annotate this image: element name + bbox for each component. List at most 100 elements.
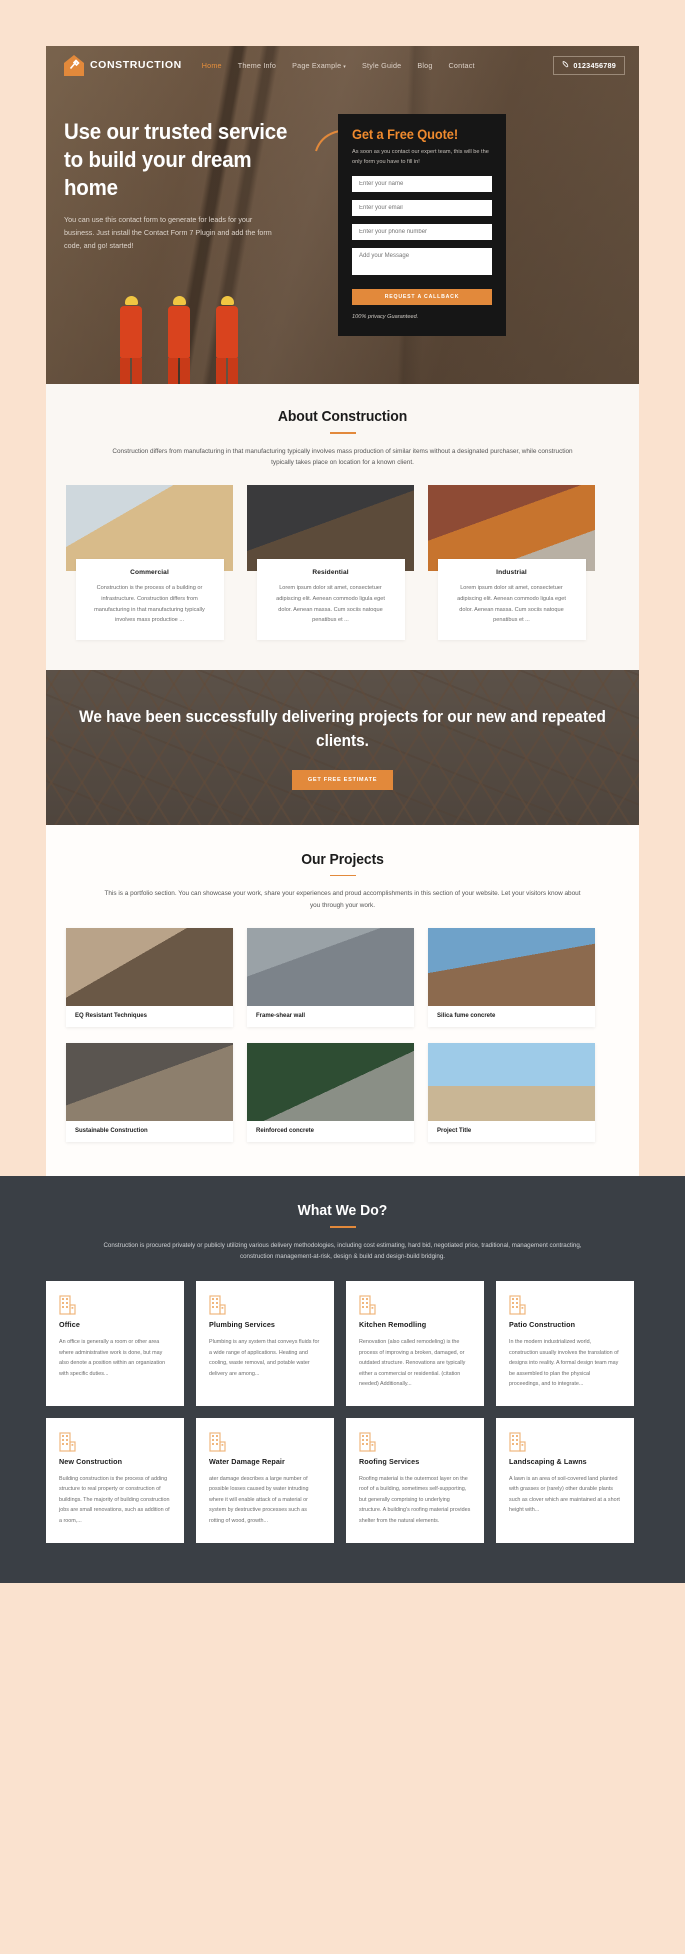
services-footer-spacer — [46, 1543, 639, 1583]
request-callback-button[interactable]: REQUEST A CALLBACK — [352, 288, 492, 305]
nav-item-blog[interactable]: Blog — [417, 61, 432, 70]
get-free-estimate-button[interactable]: GET FREE ESTIMATE — [291, 770, 394, 791]
project-title: Reinforced concrete — [256, 1128, 315, 1135]
hero-body: Use our trusted service to build your dr… — [46, 84, 639, 336]
cta-title: We have been successfully delivering pro… — [79, 707, 606, 751]
project-title: EQ Resistant Techniques — [75, 1013, 147, 1020]
service-text: In the modern industrialized world, cons… — [509, 1339, 619, 1388]
quote-email-input[interactable] — [352, 199, 492, 216]
service-card-office[interactable]: Office An office is generally a room or … — [46, 1281, 184, 1406]
building-icon — [359, 1295, 376, 1319]
quote-form-card: Get a Free Quote! As soon as you contact… — [338, 114, 506, 336]
about-card-title: Industrial — [496, 569, 527, 577]
quote-name-input[interactable] — [352, 175, 492, 192]
nav-item-contact[interactable]: Contact — [449, 61, 475, 70]
project-title: Silica fume concrete — [437, 1013, 496, 1020]
about-card-industrial[interactable]: Industrial Lorem ipsum dolor sit amet, c… — [428, 485, 595, 640]
cta-banner: We have been successfully delivering pro… — [46, 669, 639, 825]
phone-number: 0123456789 — [573, 60, 616, 70]
about-card-title: Commercial — [130, 569, 169, 577]
building-icon — [359, 1432, 376, 1456]
about-card-residential[interactable]: Residential Lorem ipsum dolor sit amet, … — [247, 485, 414, 640]
phone-button[interactable]: 0123456789 — [553, 55, 625, 75]
project-image — [66, 928, 233, 1007]
service-title: Kitchen Remodling — [359, 1320, 427, 1330]
service-text: Building construction is the process of … — [59, 1475, 170, 1524]
services-description: Construction is procured privately or pu… — [103, 1241, 582, 1261]
building-icon — [509, 1432, 526, 1456]
service-text: ater damage describes a large number of … — [209, 1475, 309, 1524]
services-title: What We Do? — [297, 1202, 388, 1220]
building-icon — [59, 1295, 76, 1319]
services-grid: Office An office is generally a room or … — [46, 1281, 639, 1543]
service-text: A lawn is an area of soil-covered land p… — [509, 1475, 620, 1514]
service-card-kitchen-remodling[interactable]: Kitchen Remodling Renovation (also calle… — [346, 1281, 484, 1406]
service-card-roofing-services[interactable]: Roofing Services Roofing material is the… — [346, 1417, 484, 1543]
about-description: Construction differs from manufacturing … — [112, 447, 573, 467]
project-card[interactable]: EQ Resistant Techniques — [66, 928, 233, 1028]
service-text: An office is generally a room or other a… — [59, 1339, 166, 1377]
hero-text-block: Use our trusted service to build your dr… — [46, 118, 308, 336]
service-title: Plumbing Services — [209, 1320, 276, 1330]
projects-description: This is a portfolio section. You can sho… — [104, 890, 581, 910]
project-image — [428, 1043, 595, 1122]
service-title: New Construction — [59, 1456, 123, 1466]
project-title: Frame-shear wall — [256, 1013, 306, 1020]
nav-links: Home Theme Info Page Example ▾ Style Guid… — [202, 61, 475, 70]
service-card-plumbing-services[interactable]: Plumbing Services Plumbing is any system… — [196, 1281, 334, 1406]
building-icon — [209, 1295, 226, 1319]
nav-item-style-guide[interactable]: Style Guide — [362, 61, 401, 70]
services-section: What We Do? Construction is procured pri… — [0, 1176, 685, 1583]
about-section: About Construction Construction differs … — [46, 384, 639, 670]
section-divider — [329, 874, 356, 877]
project-card[interactable]: Sustainable Construction — [66, 1043, 233, 1143]
service-title: Roofing Services — [359, 1456, 420, 1466]
about-card-text: Lorem ipsum dolor sit amet, consectetuer… — [457, 585, 566, 624]
about-card-text: Construction is the process of a buildin… — [94, 585, 205, 624]
quote-message-textarea[interactable] — [352, 247, 492, 275]
nav-item-page-example[interactable]: Page Example ▾ — [292, 61, 346, 70]
project-image — [428, 928, 595, 1007]
project-card[interactable]: Frame-shear wall — [247, 928, 414, 1028]
quote-description: As soon as you contact our expert team, … — [352, 149, 489, 165]
section-divider — [329, 432, 356, 434]
service-card-new-construction[interactable]: New Construction Building construction i… — [46, 1417, 184, 1543]
hero-subtitle: You can use this contact form to generat… — [64, 215, 272, 250]
hero-section: CONSTRUCTION Home Theme Info Page Exampl… — [46, 46, 639, 384]
page-root: CONSTRUCTION Home Theme Info Page Exampl… — [0, 0, 685, 1177]
project-title: Project Title — [437, 1128, 472, 1135]
service-text: Plumbing is any system that conveys flui… — [209, 1339, 320, 1377]
about-card-title: Residential — [312, 569, 349, 577]
project-image — [66, 1043, 233, 1122]
service-title: Landscaping & Lawns — [509, 1456, 587, 1466]
project-title: Sustainable Construction — [75, 1128, 148, 1135]
quote-phone-input[interactable] — [352, 223, 492, 240]
building-icon — [209, 1432, 226, 1456]
projects-section: Our Projects This is a portfolio section… — [46, 824, 639, 1177]
service-card-patio-construction[interactable]: Patio Construction In the modern industr… — [496, 1281, 634, 1406]
project-card[interactable]: Silica fume concrete — [428, 928, 595, 1028]
project-image — [247, 1043, 414, 1122]
project-card[interactable]: Project Title — [428, 1043, 595, 1143]
service-text: Roofing material is the outermost layer … — [359, 1475, 471, 1524]
about-title: About Construction — [277, 408, 408, 425]
service-card-landscaping-lawns[interactable]: Landscaping & Lawns A lawn is an area of… — [496, 1417, 634, 1543]
chevron-down-icon: ▾ — [343, 63, 346, 70]
project-card[interactable]: Reinforced concrete — [247, 1043, 414, 1143]
nav-item-page-example-label: Page Example — [292, 60, 342, 70]
service-card-water-damage-repair[interactable]: Water Damage Repair ater damage describe… — [196, 1417, 334, 1543]
phone-icon — [562, 60, 569, 70]
nav-item-home[interactable]: Home — [202, 61, 222, 70]
building-icon — [59, 1432, 76, 1456]
about-card-commercial[interactable]: Commercial Construction is the process o… — [66, 485, 233, 640]
section-divider — [329, 1226, 356, 1228]
nav-item-theme-info[interactable]: Theme Info — [238, 61, 276, 70]
projects-title: Our Projects — [301, 850, 384, 868]
projects-row-2: Sustainable Construction Reinforced conc… — [66, 1043, 619, 1143]
service-title: Water Damage Repair — [209, 1456, 285, 1466]
brand-logo[interactable]: CONSTRUCTION — [64, 54, 182, 76]
service-title: Office — [59, 1320, 80, 1330]
about-cards: Commercial Construction is the process o… — [66, 485, 619, 640]
building-icon — [509, 1295, 526, 1319]
about-card-text: Lorem ipsum dolor sit amet, consectetuer… — [276, 585, 385, 624]
